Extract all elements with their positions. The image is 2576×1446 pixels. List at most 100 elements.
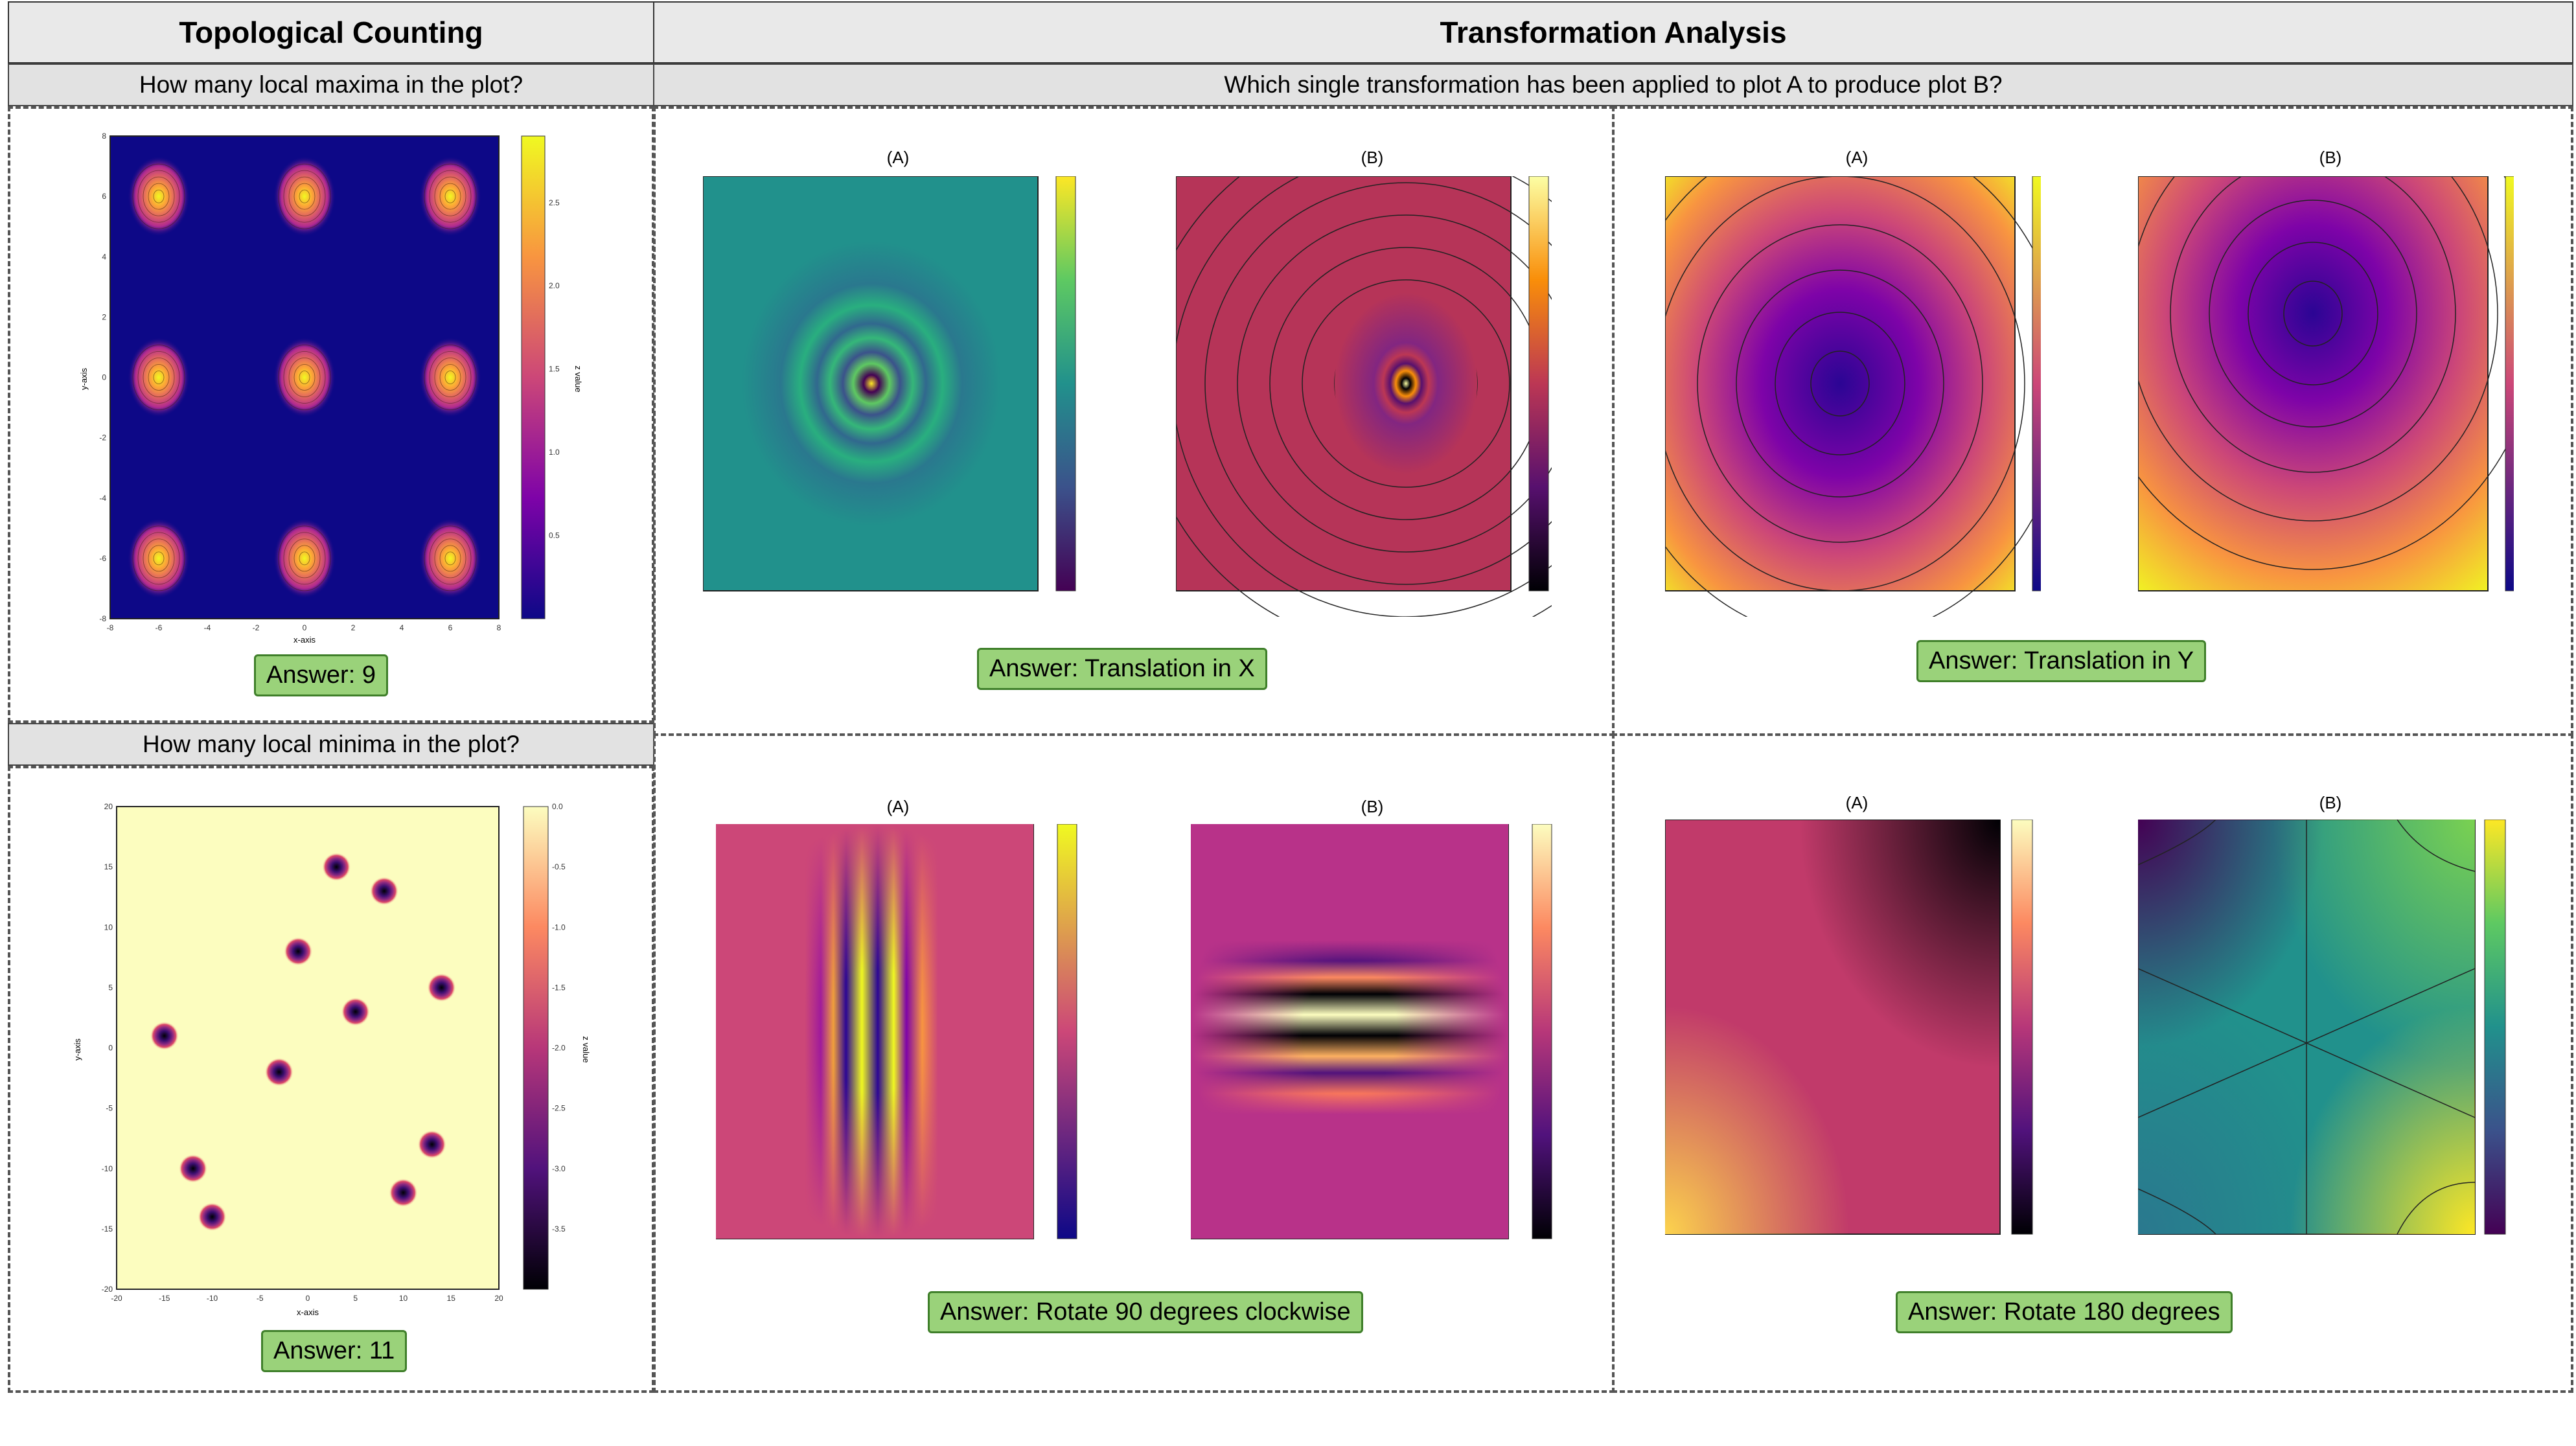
maxima-peak xyxy=(419,156,481,237)
maxima-colorbar xyxy=(521,135,546,619)
header-left-label: Topological Counting xyxy=(179,16,483,49)
maxima-peak xyxy=(128,518,190,599)
answer-rotate-180: Answer: Rotate 180 degrees xyxy=(1896,1291,2233,1333)
question-minima-text: How many local minima in the plot? xyxy=(143,731,520,757)
minima-pit xyxy=(198,1202,227,1232)
rot90-title-b: (B) xyxy=(1361,797,1384,816)
minima-pit xyxy=(284,937,313,966)
minima-colorbar-tick: -0.5 xyxy=(552,862,566,871)
minima-ytick: -10 xyxy=(102,1164,113,1173)
maxima-xtick: 0 xyxy=(303,623,307,632)
minima-pit xyxy=(150,1021,179,1050)
try-title-b: (B) xyxy=(2319,148,2342,167)
minima-colorbar-tick: -2.0 xyxy=(552,1044,566,1053)
minima-ytick: -20 xyxy=(102,1285,113,1294)
maxima-ytick: 6 xyxy=(102,192,106,201)
maxima-peak xyxy=(128,156,190,237)
maxima-ytick: -8 xyxy=(99,614,106,623)
minima-colorbar-tick: -2.5 xyxy=(552,1104,566,1113)
minima-pit xyxy=(179,1154,207,1183)
minima-pit xyxy=(341,997,370,1026)
maxima-peak xyxy=(419,518,481,599)
maxima-xtick: -2 xyxy=(253,623,260,632)
maxima-xlabel: x-axis xyxy=(293,635,316,645)
try-plot-a xyxy=(1665,176,2041,617)
minima-ytick: 5 xyxy=(108,983,113,992)
maxima-peak xyxy=(273,156,336,237)
maxima-xtick: 6 xyxy=(448,623,453,632)
minima-ytick: 10 xyxy=(104,923,113,932)
maxima-xtick: -4 xyxy=(204,623,211,632)
minima-pit xyxy=(417,1130,446,1159)
trx-plot-b xyxy=(1176,176,1552,617)
minima-colorbar-tick: -1.0 xyxy=(552,923,566,932)
minima-xtick: -20 xyxy=(111,1294,122,1303)
try-plot-b xyxy=(2138,176,2514,591)
minima-xtick: 15 xyxy=(447,1294,456,1303)
minima-chart: -20 -15 -10 -5 0 5 10 15 20 -20 -15 -10 -5 0 5 10 15 20 0… xyxy=(73,802,591,1317)
maxima-colorbar-tick: 1.0 xyxy=(549,448,560,457)
maxima-ytick: 2 xyxy=(102,312,106,321)
minima-xtick: 5 xyxy=(353,1294,358,1303)
question-maxima: How many local maxima in the plot? xyxy=(8,63,654,106)
minima-pit xyxy=(264,1057,293,1086)
try-title-a: (A) xyxy=(1845,148,1869,167)
question-minima: How many local minima in the plot? xyxy=(8,723,654,766)
minima-colorbar-tick: -3.5 xyxy=(552,1224,566,1234)
maxima-ytick: -6 xyxy=(99,554,106,563)
maxima-colorbar-tick: 1.5 xyxy=(549,365,560,374)
maxima-xtick: 8 xyxy=(497,623,501,632)
minima-xtick: -10 xyxy=(207,1294,218,1303)
maxima-ytick: -2 xyxy=(99,433,106,442)
minima-ytick: 0 xyxy=(108,1044,113,1053)
maxima-peak xyxy=(128,337,190,418)
rot90-plot-a xyxy=(716,824,1077,1239)
trx-plot-a xyxy=(703,176,1076,591)
question-transform: Which single transformation has been app… xyxy=(653,63,2573,106)
maxima-xtick: 4 xyxy=(400,623,404,632)
maxima-peak xyxy=(273,518,336,599)
maxima-colorbar-tick: 2.0 xyxy=(549,281,560,290)
minima-colorbar xyxy=(523,806,549,1290)
minima-pit xyxy=(370,877,398,906)
minima-colorbar-tick: -3.0 xyxy=(552,1164,566,1173)
minima-ylabel: y-axis xyxy=(73,1039,82,1061)
minima-plot-area xyxy=(116,806,500,1290)
maxima-colorbar-tick: 2.5 xyxy=(549,198,560,207)
minima-zlabel: z value xyxy=(581,1036,591,1062)
maxima-colorbar-tick: 0.5 xyxy=(549,531,560,540)
maxima-zlabel: z value xyxy=(573,365,583,392)
answer-translation-y: Answer: Translation in Y xyxy=(1916,640,2207,682)
minima-pit xyxy=(427,973,456,1002)
maxima-ytick: -4 xyxy=(99,494,106,503)
question-transform-text: Which single transformation has been app… xyxy=(1224,71,2003,98)
minima-xtick: 0 xyxy=(306,1294,310,1303)
minima-colorbar-tick: 0.0 xyxy=(552,802,563,811)
rot180-title-b: (B) xyxy=(2319,793,2342,812)
maxima-ylabel: y-axis xyxy=(79,368,89,390)
answer-maxima: Answer: 9 xyxy=(254,654,388,696)
trx-title-a: (A) xyxy=(886,148,910,167)
minima-xtick: -15 xyxy=(159,1294,170,1303)
minima-colorbar-tick: -1.5 xyxy=(552,983,566,992)
minima-pit xyxy=(389,1178,418,1207)
maxima-xtick: -8 xyxy=(107,623,114,632)
minima-xlabel: x-axis xyxy=(297,1307,319,1317)
header-topological-counting: Topological Counting xyxy=(8,1,654,63)
minima-ytick: -15 xyxy=(102,1224,113,1234)
maxima-xtick: 2 xyxy=(351,623,356,632)
answer-translation-x: Answer: Translation in X xyxy=(977,648,1267,690)
minima-ytick: -5 xyxy=(106,1104,113,1113)
minima-xtick: -5 xyxy=(257,1294,264,1303)
minima-xtick: 20 xyxy=(494,1294,503,1303)
answer-minima: Answer: 11 xyxy=(261,1330,408,1372)
maxima-peak xyxy=(419,337,481,418)
rot90-title-a: (A) xyxy=(886,797,910,816)
maxima-chart: -8 -6 -4 -2 0 2 4 6 8 -8 -6 -4 -2 0 2 4 6 8 0.5 1.0 1.5 2.0 2… xyxy=(79,132,583,645)
rot180-title-a: (A) xyxy=(1845,793,1869,812)
header-transformation-analysis: Transformation Analysis xyxy=(653,1,2573,63)
maxima-ytick: 4 xyxy=(102,252,106,261)
trx-title-b: (B) xyxy=(1361,148,1384,167)
maxima-ytick: 8 xyxy=(102,132,106,141)
answer-rotate-90: Answer: Rotate 90 degrees clockwise xyxy=(928,1291,1363,1333)
